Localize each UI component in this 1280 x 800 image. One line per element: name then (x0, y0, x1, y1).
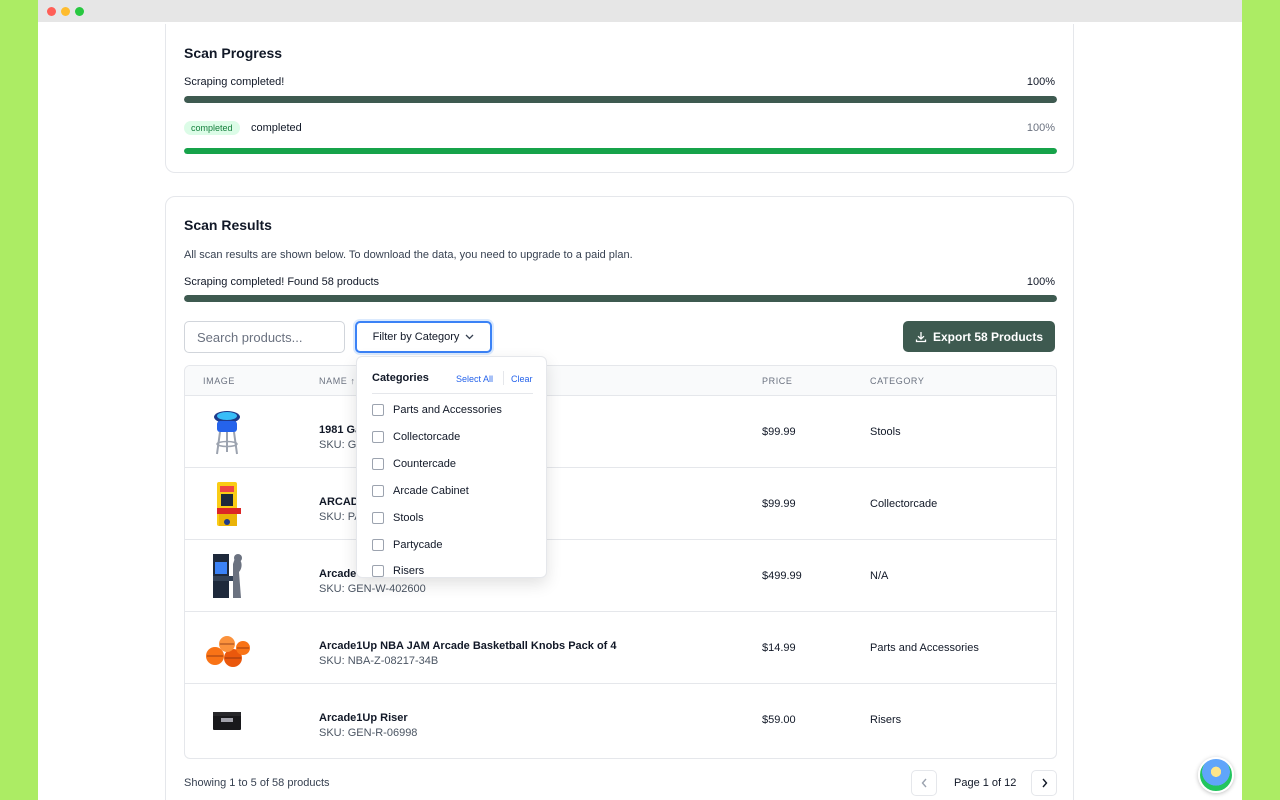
results-status-text: Scraping completed! Found 58 products (184, 276, 380, 288)
scan-results-description: All scan results are shown below. To dow… (184, 249, 633, 261)
minimize-window-button[interactable] (61, 7, 70, 16)
chevron-down-icon (465, 334, 474, 340)
category-option[interactable]: Risers (372, 565, 424, 577)
table-row[interactable]: ARCADI SKU: PA $99.99 Collectorcade (185, 468, 1056, 540)
product-sku: SKU: GEN-W-402600 (319, 583, 426, 595)
category-option-label: Collectorcade (393, 431, 461, 443)
table-row[interactable]: Arcade SKU: GEN-W-402600 $499.99 N/A (185, 540, 1056, 612)
category-option[interactable]: Partycade (372, 539, 443, 551)
category-option-label: Partycade (393, 539, 443, 551)
category-option-label: Countercade (393, 458, 456, 470)
sub-status-text: completed (251, 122, 302, 134)
product-image-basketballs (206, 636, 250, 667)
scan-progress-bar-fill (184, 96, 1057, 103)
page-background-left (0, 0, 38, 800)
product-category: Risers (870, 714, 902, 726)
category-option[interactable]: Stools (372, 512, 424, 524)
export-products-button[interactable]: Export 58 Products (903, 321, 1055, 352)
table-row[interactable]: Arcade1Up Riser SKU: GEN-R-06998 $59.00 … (185, 684, 1056, 756)
sub-status-percent: 100% (1026, 122, 1055, 134)
table-row[interactable]: 1981 Ga SKU: Ga $99.99 Stools (185, 396, 1056, 468)
category-checkbox[interactable] (372, 404, 384, 416)
category-option-label: Risers (393, 565, 425, 577)
results-progress-bar-fill (184, 295, 1057, 302)
dropdown-divider (503, 371, 504, 385)
chevron-right-icon (1041, 778, 1047, 788)
category-checkbox[interactable] (372, 431, 384, 443)
filter-button-label: Filter by Category (372, 331, 460, 343)
category-option[interactable]: Parts and Accessories (372, 404, 502, 416)
product-name[interactable]: Arcade1Up NBA JAM Arcade Basketball Knob… (319, 640, 617, 652)
dropdown-title: Categories (372, 372, 429, 384)
results-progress-bar (184, 295, 1057, 302)
export-button-label: Export 58 Products (932, 329, 1044, 344)
results-status-percent: 100% (1026, 276, 1055, 288)
scan-progress-bar (184, 96, 1057, 103)
column-header-name[interactable]: NAME ↑ (319, 376, 356, 386)
status-badge: completed (184, 121, 240, 135)
maximize-window-button[interactable] (75, 7, 84, 16)
select-all-link[interactable]: Select All (456, 374, 493, 384)
scan-results-card: Scan Results All scan results are shown … (165, 196, 1074, 800)
product-image-arcade (213, 554, 242, 598)
table-row[interactable]: Arcade1Up NBA JAM Arcade Basketball Knob… (185, 612, 1056, 684)
browser-window: Scan Progress Scraping completed! 100% c… (38, 0, 1242, 800)
category-option[interactable]: Arcade Cabinet (372, 485, 469, 497)
column-header-price[interactable]: PRICE (762, 376, 793, 386)
scan-status-text: Scraping completed! (184, 76, 285, 88)
sub-progress-bar-fill (184, 148, 1057, 154)
previous-page-button[interactable] (911, 770, 937, 796)
search-input[interactable] (184, 321, 345, 353)
product-price: $99.99 (762, 426, 796, 438)
chevron-left-icon (921, 778, 927, 788)
page-indicator: Page 1 of 12 (954, 777, 1017, 789)
category-option-label: Parts and Accessories (393, 404, 502, 416)
product-image-stool (214, 411, 240, 455)
window-titlebar (38, 0, 1242, 22)
category-option[interactable]: Countercade (372, 458, 456, 470)
category-option-label: Arcade Cabinet (393, 485, 469, 497)
table-header: IMAGE NAME ↑ PRICE CATEGORY (185, 366, 1056, 396)
next-page-button[interactable] (1031, 770, 1057, 796)
category-checkbox[interactable] (372, 485, 384, 497)
product-price: $14.99 (762, 642, 796, 654)
product-name[interactable]: 1981 Ga (319, 424, 361, 436)
column-header-category[interactable]: CATEGORY (870, 376, 924, 386)
product-sku: SKU: NBA-Z-08217-34B (319, 655, 439, 667)
pagination-summary: Showing 1 to 5 of 58 products (184, 777, 330, 789)
clear-link[interactable]: Clear (511, 374, 533, 384)
app-launcher-icon[interactable] (1198, 757, 1234, 793)
page-background-right (1242, 0, 1280, 800)
category-filter-dropdown: Categories Select All Clear Parts and Ac… (356, 356, 547, 578)
category-checkbox[interactable] (372, 512, 384, 524)
scan-progress-title: Scan Progress (184, 45, 283, 61)
product-category: Stools (870, 426, 901, 438)
category-checkbox[interactable] (372, 458, 384, 470)
product-category: N/A (870, 570, 889, 582)
product-category: Parts and Accessories (870, 642, 979, 654)
filter-by-category-button[interactable]: Filter by Category (355, 321, 492, 353)
scan-results-title: Scan Results (184, 217, 272, 233)
close-window-button[interactable] (47, 7, 56, 16)
scan-status-percent: 100% (1026, 76, 1055, 88)
product-image-riser (213, 712, 241, 730)
category-option-label: Stools (393, 512, 424, 524)
category-checkbox[interactable] (372, 539, 384, 551)
dropdown-header-divider (372, 393, 533, 394)
product-price: $99.99 (762, 498, 796, 510)
product-category: Collectorcade (870, 498, 938, 510)
sub-progress-bar (184, 148, 1057, 154)
category-checkbox[interactable] (372, 565, 384, 577)
product-sku: SKU: GEN-R-06998 (319, 727, 418, 739)
scan-progress-card: Scan Progress Scraping completed! 100% c… (165, 24, 1074, 173)
column-header-image: IMAGE (203, 376, 236, 386)
product-image-cabinet (217, 482, 241, 526)
product-price: $59.00 (762, 714, 796, 726)
download-icon (915, 331, 927, 342)
products-table: IMAGE NAME ↑ PRICE CATEGORY 1981 Ga SKU:… (184, 365, 1057, 759)
product-price: $499.99 (762, 570, 802, 582)
category-option[interactable]: Collectorcade (372, 431, 460, 443)
product-name[interactable]: Arcade (319, 568, 356, 580)
product-name[interactable]: Arcade1Up Riser (319, 712, 408, 724)
